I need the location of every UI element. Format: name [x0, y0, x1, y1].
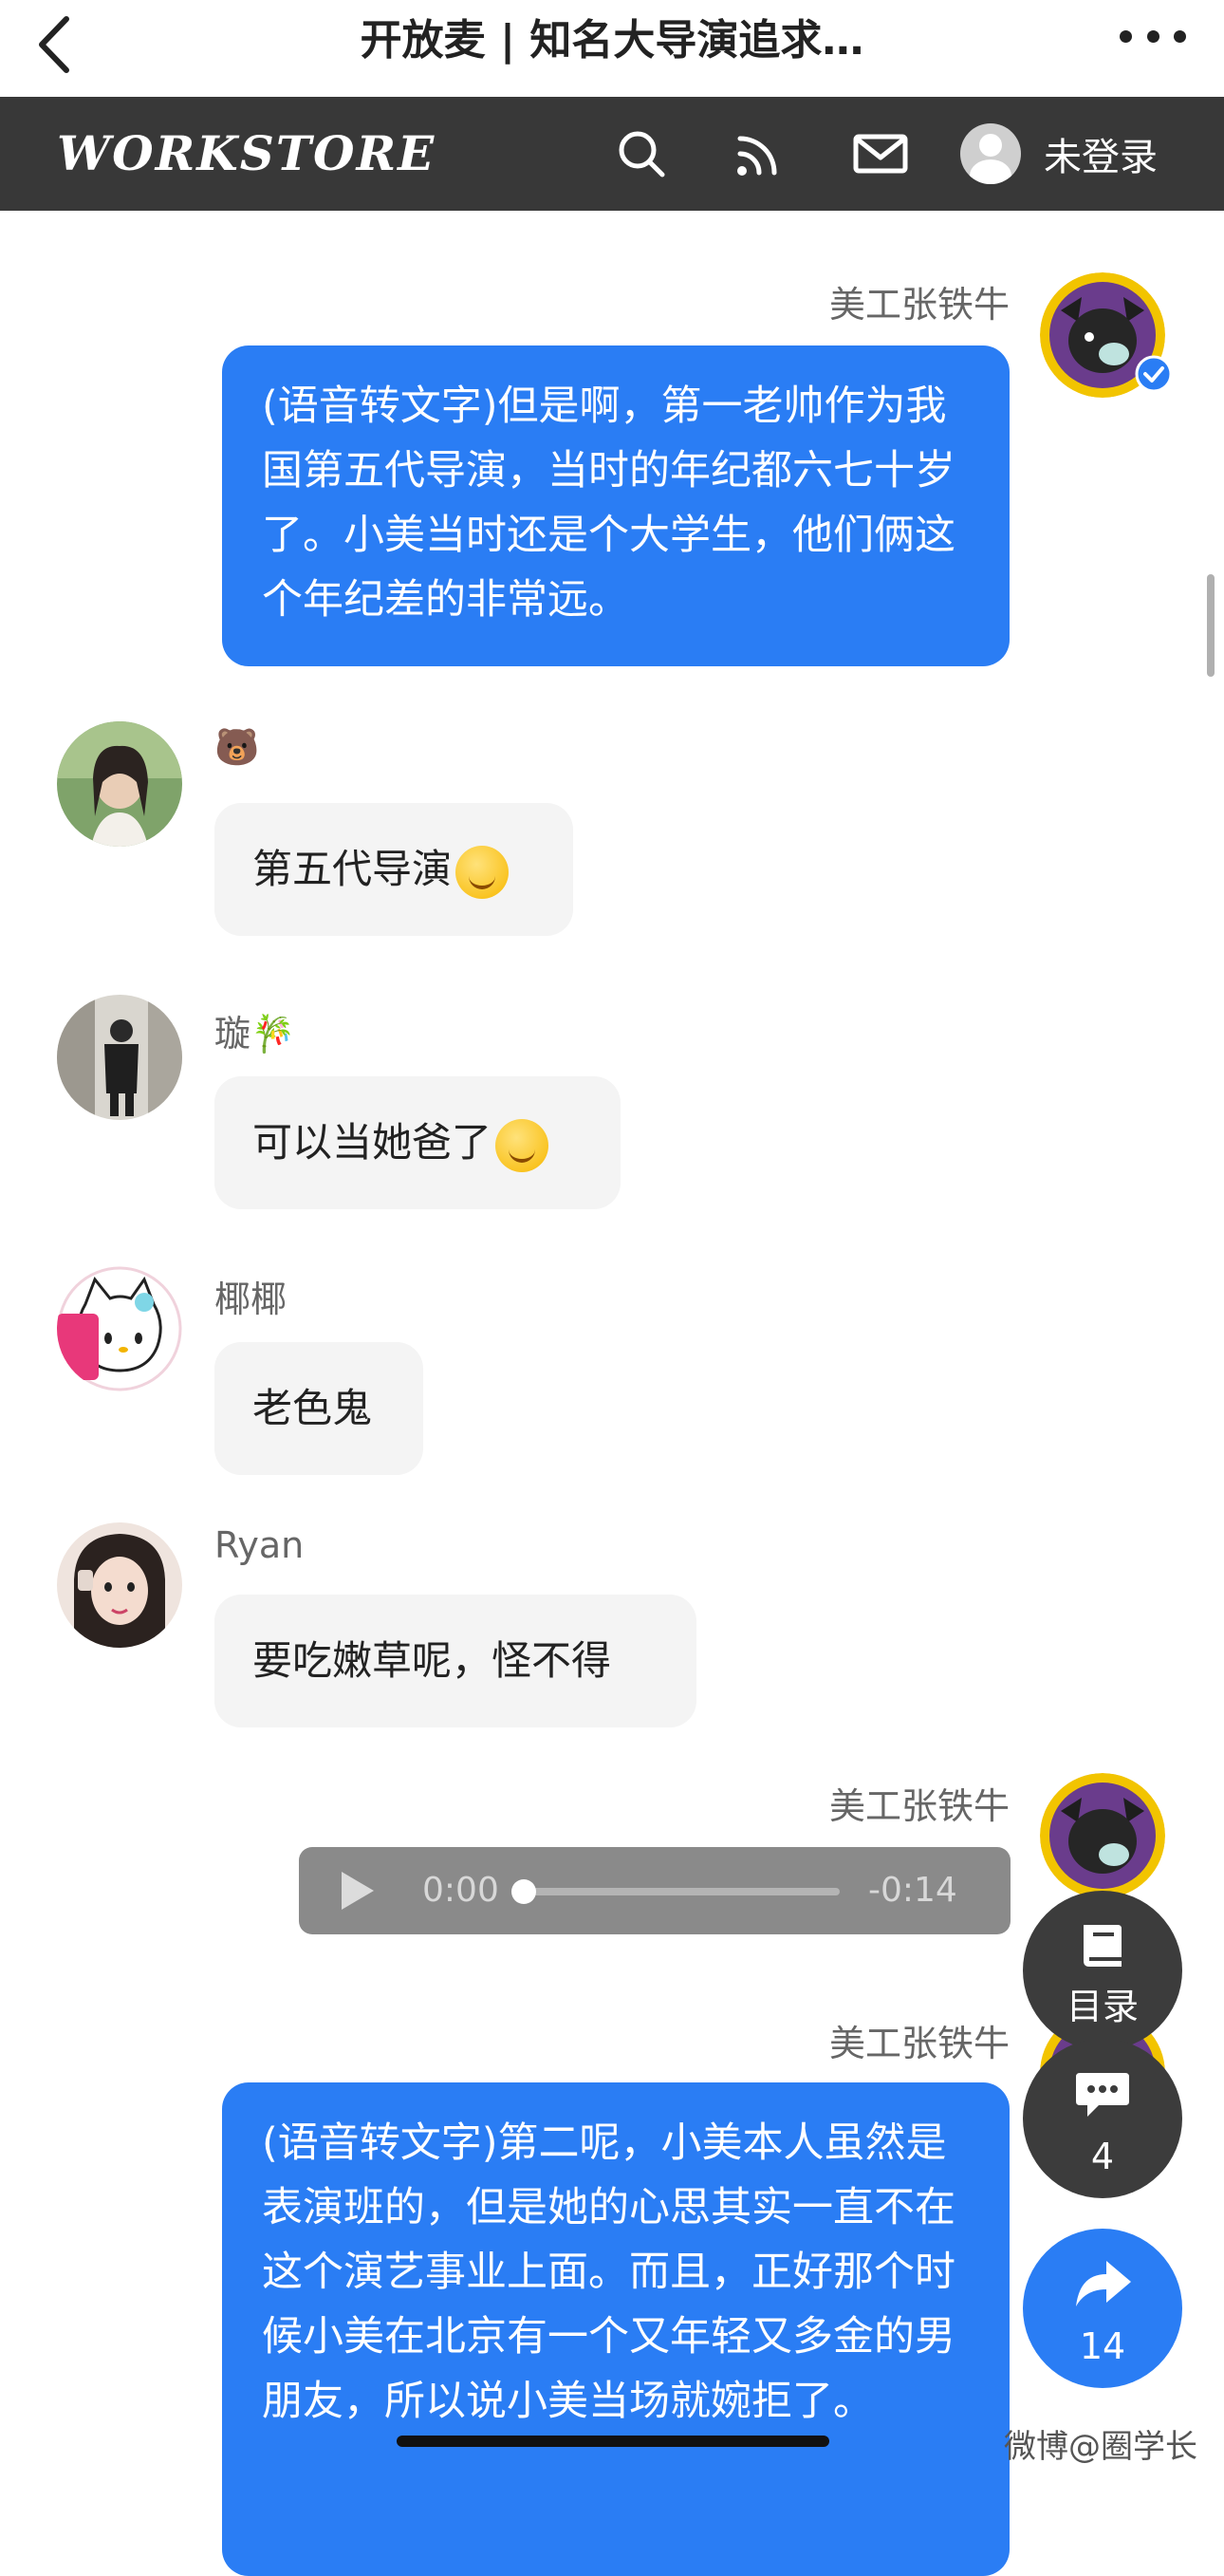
share-arrow-icon [1076, 2261, 1131, 2306]
watermark: 微博@圈学长 [1004, 2428, 1197, 2466]
mail-icon[interactable] [852, 127, 909, 180]
message-bubble: 老色鬼 [214, 1342, 423, 1475]
sender-name: 美工张铁牛 [828, 1785, 1010, 1827]
smirk-emoji-icon [455, 845, 510, 899]
site-logo[interactable]: WORKSTORE [57, 125, 436, 182]
message-text: 第五代导演 [252, 846, 453, 892]
scrollbar[interactable] [1207, 574, 1215, 677]
sender-name: 椰椰 [214, 1279, 287, 1320]
share-count: 14 [1079, 2325, 1126, 2367]
rss-icon[interactable] [733, 127, 786, 180]
audio-current-time: 0:00 [422, 1871, 499, 1910]
sender-name: Ryan [214, 1524, 305, 1566]
message-bubble: 要吃嫩草呢，怪不得 [214, 1595, 696, 1727]
sweat-smile-emoji-icon [495, 1118, 549, 1172]
more-options-icon[interactable] [1120, 27, 1186, 46]
message-bubble: (语音转文字)但是啊，第一老帅作为我国第五代导演，当时的年纪都六七十岁了。小美当… [222, 345, 1010, 666]
share-button[interactable]: 14 [1023, 2229, 1182, 2388]
site-header: WORKSTORE 未登录 [0, 97, 1224, 211]
sender-name: 🐻 [214, 726, 260, 768]
audio-remaining-time: -0:14 [868, 1871, 957, 1910]
home-indicator[interactable] [397, 2436, 829, 2447]
sender-name: 美工张铁牛 [828, 2023, 1010, 2064]
login-label: 未登录 [1044, 136, 1158, 179]
sender-name: 璇🎋 [214, 1013, 296, 1055]
user-avatar-icon [960, 123, 1021, 184]
title-bar: 开放麦 | 知名大导演追求… [0, 0, 1224, 97]
comments-button[interactable]: 4 [1023, 2039, 1182, 2198]
search-icon[interactable] [615, 127, 668, 180]
avatar[interactable] [57, 721, 182, 847]
message-bubble: 可以当她爸了 [214, 1076, 621, 1209]
comments-count: 4 [1090, 2136, 1115, 2177]
message-bubble: (语音转文字)第二呢，小美本人虽然是表演班的，但是她的心思其实一直不在这个演艺事… [222, 2082, 1010, 2576]
back-arrow-icon[interactable] [28, 11, 85, 78]
sender-name: 美工张铁牛 [828, 284, 1010, 326]
audio-progress-track[interactable] [517, 1888, 840, 1895]
play-icon[interactable] [342, 1872, 374, 1910]
audio-progress-knob[interactable] [511, 1879, 536, 1904]
message-bubble: 第五代导演 [214, 803, 573, 936]
avatar[interactable] [1040, 1773, 1165, 1898]
page-title: 开放麦 | 知名大导演追求… [360, 16, 864, 65]
toc-label: 目录 [1066, 1986, 1139, 2027]
message-text: 可以当她爸了 [252, 1119, 492, 1166]
avatar[interactable] [57, 1522, 182, 1648]
login-button[interactable]: 未登录 [960, 121, 1158, 187]
verified-badge-icon [1135, 355, 1173, 393]
comment-icon [1076, 2073, 1129, 2117]
avatar[interactable] [57, 1266, 182, 1391]
toc-button[interactable]: 目录 [1023, 1891, 1182, 2050]
avatar[interactable] [57, 995, 182, 1120]
audio-player: 0:00 -0:14 [299, 1847, 1011, 1934]
book-icon [1084, 1925, 1122, 1967]
